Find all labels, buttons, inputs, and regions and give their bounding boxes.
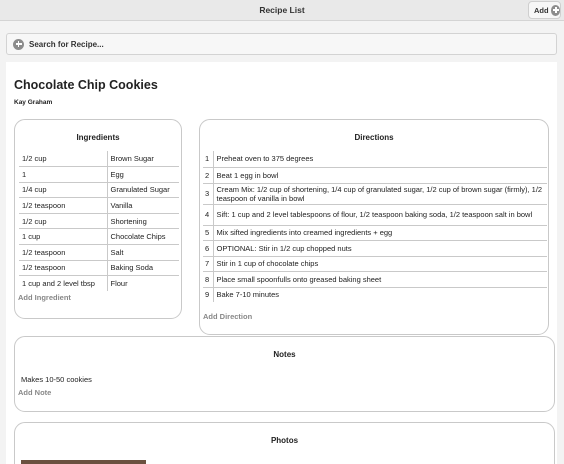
ingredient-row[interactable]: 1/2 teaspoon Baking Soda <box>19 260 179 276</box>
direction-step-text: OPTIONAL: Stir in 1/2 cup chopped nuts <box>216 243 352 253</box>
ingredient-row[interactable]: 1/2 cup Shortening <box>19 213 179 229</box>
ingredient-quantity: 1/2 teaspoon <box>19 260 108 276</box>
recipe-author: Kay Graham <box>14 99 53 106</box>
direction-step-number: 8 <box>203 271 214 287</box>
direction-step-text: Beat 1 egg in bowl <box>216 170 279 180</box>
direction-row[interactable]: 9 Bake 7-10 minutes <box>203 287 547 302</box>
direction-row[interactable]: 1 Preheat oven to 375 degrees <box>203 151 547 167</box>
direction-step-number: 2 <box>203 167 214 183</box>
direction-row[interactable]: 2 Beat 1 egg in bowl <box>203 167 547 183</box>
ingredients-table: 1/2 cup Brown Sugar 1 Egg 1/4 cup Granulated … <box>19 151 179 292</box>
direction-step-number: 1 <box>203 151 214 167</box>
ingredient-name: Baking Soda <box>110 263 154 273</box>
direction-step-number: 7 <box>203 256 214 271</box>
ingredient-name: Flour <box>110 279 128 289</box>
direction-step-text: Cream Mix: 1/2 cup of shortening, 1/4 cu… <box>216 184 543 203</box>
ingredient-name: Brown Sugar <box>110 154 154 164</box>
photos-card: Photos <box>14 422 555 464</box>
add-button-label: Add <box>534 5 549 15</box>
recipe-photo[interactable] <box>21 460 146 464</box>
directions-title: Directions <box>354 133 394 142</box>
ingredient-row[interactable]: 1/4 cup Granulated Sugar <box>19 182 179 198</box>
ingredient-name: Granulated Sugar <box>110 185 170 195</box>
direction-step-text: Mix sifted ingredients into creamed ingr… <box>216 228 393 237</box>
ingredient-row[interactable]: 1/2 teaspoon Vanilla <box>19 197 179 214</box>
photos-title: Photos <box>270 436 299 445</box>
direction-step-text: Bake 7-10 minutes <box>216 290 280 300</box>
search-recipe-bar[interactable]: Search for Recipe... <box>6 33 557 55</box>
plus-icon <box>13 38 24 50</box>
directions-table: 1 Preheat oven to 375 degrees 2 Beat 1 egg … <box>203 151 547 302</box>
direction-row[interactable]: 5 Mix sifted ingredients into creamed ing… <box>203 225 547 240</box>
ingredient-name: Egg <box>110 169 124 179</box>
direction-row[interactable]: 4 Sift: 1 cup and 2 level tablespoons of … <box>203 204 547 225</box>
ingredient-row[interactable]: 1/2 cup Brown Sugar <box>19 151 179 167</box>
direction-row[interactable]: 3 Cream Mix: 1/2 cup of shortening, 1/4 c… <box>203 183 547 204</box>
ingredient-quantity: 1/2 cup <box>19 151 108 167</box>
ingredient-quantity: 1 cup and 2 level tbsp <box>19 275 108 292</box>
direction-step-text: Stir in 1 cup of chocolate chips <box>216 259 319 268</box>
note-item: Makes 10-50 cookies <box>21 375 92 384</box>
ingredient-quantity: 1/2 teaspoon <box>19 244 108 261</box>
ingredient-quantity: 1/2 teaspoon <box>19 197 108 214</box>
top-bar: Recipe List Add <box>0 0 564 21</box>
ingredient-row[interactable]: 1/2 teaspoon Salt <box>19 244 179 261</box>
ingredient-name: Salt <box>110 247 124 257</box>
direction-step-number: 6 <box>203 240 214 256</box>
notes-card: Notes Makes 10-50 cookies Add Note <box>14 336 555 412</box>
ingredient-name: Shortening <box>110 216 147 226</box>
direction-step-number: 3 <box>203 183 214 204</box>
add-recipe-button[interactable]: Add <box>528 1 561 19</box>
ingredients-title: Ingredients <box>76 133 120 142</box>
recipe-title: Chocolate Chip Cookies <box>14 78 158 92</box>
direction-step-text: Preheat oven to 375 degrees <box>216 154 314 164</box>
add-ingredient-link[interactable]: Add Ingredient <box>18 293 71 302</box>
search-label: Search for Recipe... <box>29 39 104 49</box>
ingredient-row[interactable]: 1 cup and 2 level tbsp Flour <box>19 275 179 292</box>
ingredient-row[interactable]: 1 Egg <box>19 166 179 183</box>
directions-card: Directions 1 Preheat oven to 375 degrees 2… <box>199 119 549 335</box>
direction-step-text: Place small spoonfulls onto greased baki… <box>216 274 382 284</box>
ingredient-quantity: 1 cup <box>19 228 108 245</box>
ingredient-row[interactable]: 1 cup Chocolate Chips <box>19 228 179 245</box>
ingredient-name: Vanilla <box>110 201 133 211</box>
direction-step-text: Sift: 1 cup and 2 level tablespoons of f… <box>216 210 533 219</box>
direction-row[interactable]: 6 OPTIONAL: Stir in 1/2 cup chopped nuts <box>203 240 547 256</box>
add-note-link[interactable]: Add Note <box>18 388 51 397</box>
add-direction-link[interactable]: Add Direction <box>203 312 252 321</box>
direction-step-number: 5 <box>203 225 214 240</box>
notes-title: Notes <box>273 350 296 359</box>
ingredient-quantity: 1/2 cup <box>19 213 108 229</box>
direction-row[interactable]: 7 Stir in 1 cup of chocolate chips <box>203 256 547 271</box>
direction-row[interactable]: 8 Place small spoonfulls onto greased bak… <box>203 271 547 287</box>
ingredient-name: Chocolate Chips <box>110 232 166 242</box>
ingredient-quantity: 1/4 cup <box>19 182 108 198</box>
direction-step-number: 4 <box>203 204 214 225</box>
ingredient-quantity: 1 <box>19 166 108 183</box>
page-title: Recipe List <box>259 5 305 15</box>
plus-icon <box>550 4 560 16</box>
direction-step-number: 9 <box>203 287 214 302</box>
ingredients-card: Ingredients 1/2 cup Brown Sugar 1 Egg 1/4 cu… <box>14 119 182 319</box>
